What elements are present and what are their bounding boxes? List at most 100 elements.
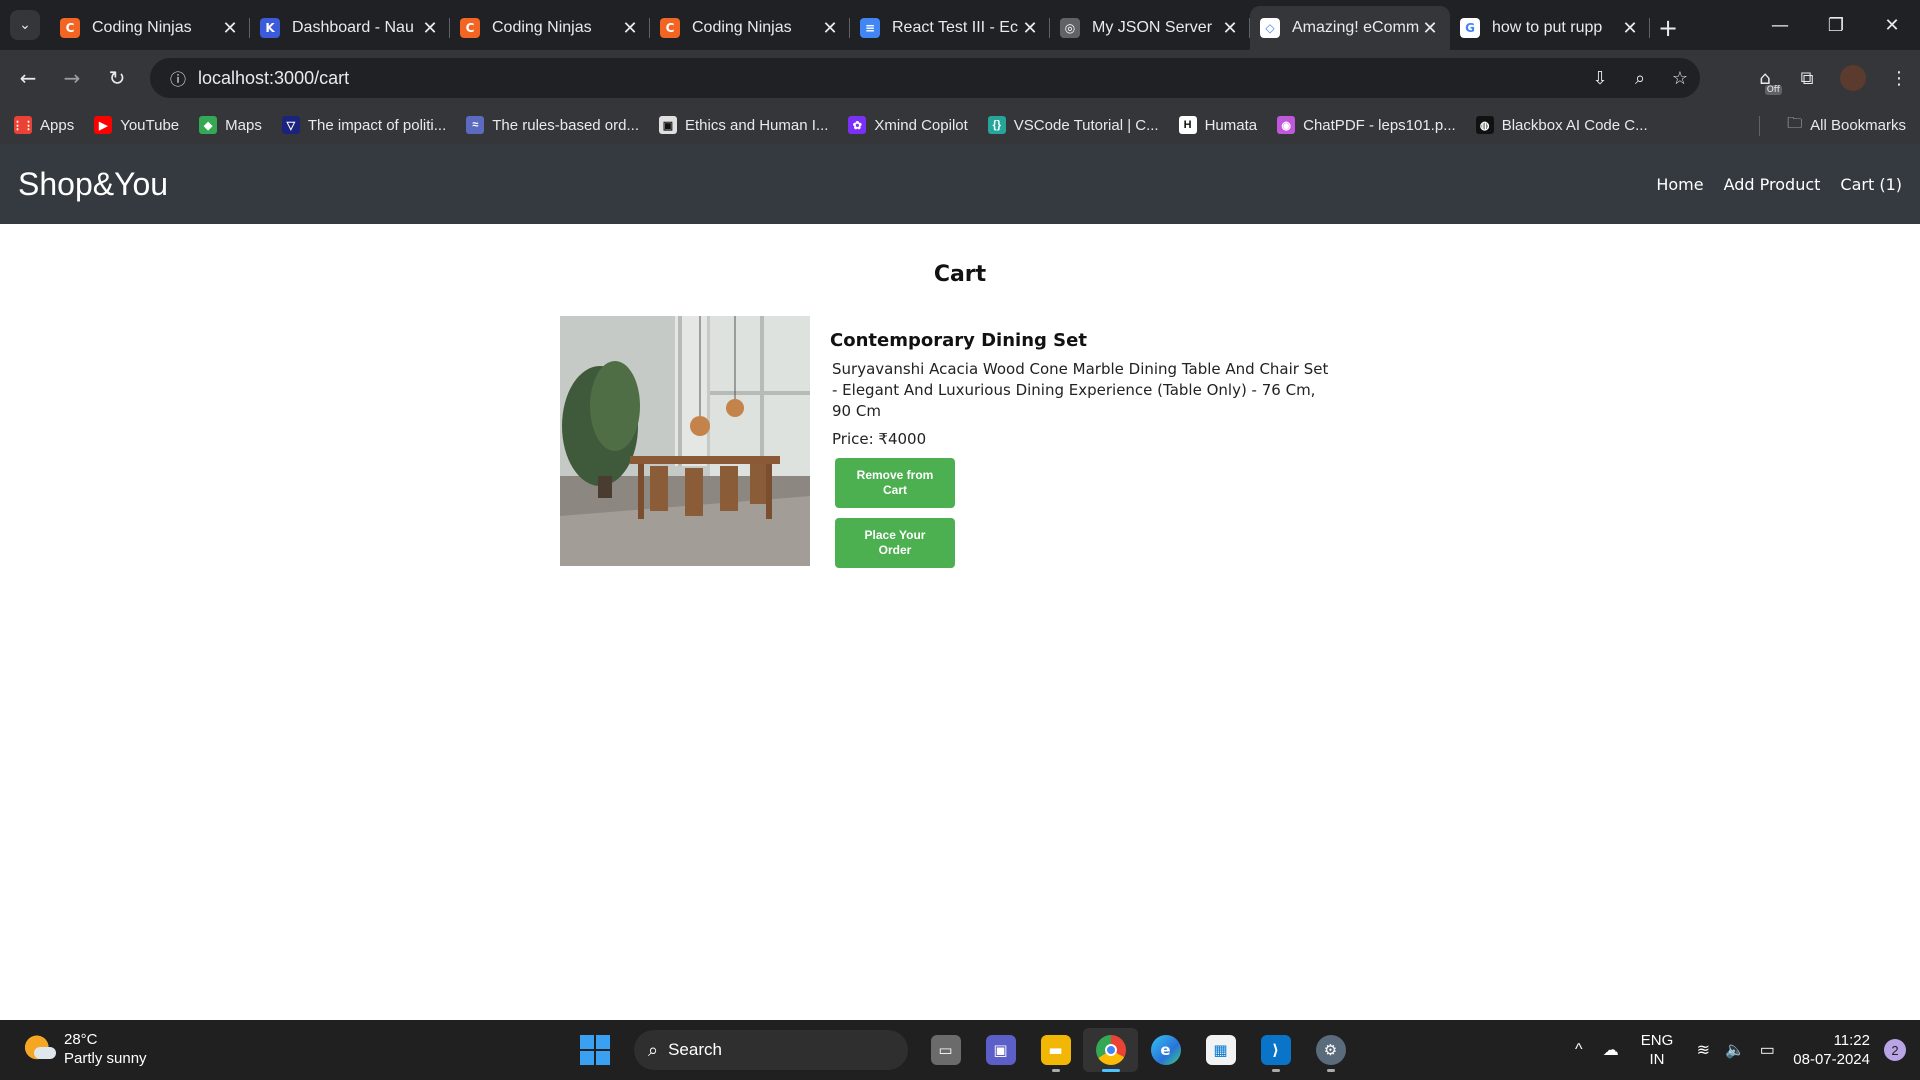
system-tray: ^ ☁ ENG IN ≋ 🔈 ▭ 11:22 08-07-2024 2 (1563, 1020, 1920, 1080)
taskbar-search[interactable]: ⌕ Search (634, 1030, 908, 1070)
browser-tab[interactable]: C Coding Ninjas ✕ (650, 6, 850, 50)
back-icon[interactable]: ← (12, 62, 44, 94)
web-page: Shop&You Home Add Product Cart (1) Cart (0, 144, 1920, 1020)
bookmark-item[interactable]: ◉ ChatPDF - leps101.p... (1277, 116, 1456, 134)
brand-logo[interactable]: Shop&You (18, 166, 168, 203)
tab-close-icon[interactable]: ✕ (820, 18, 840, 39)
windows-start-icon[interactable] (580, 1035, 610, 1065)
tab-close-icon[interactable]: ✕ (1420, 18, 1440, 39)
chrome-icon[interactable] (1083, 1028, 1138, 1072)
taskbar-apps: ⌕ Search ▭ ▣ ▬ e ▦ ⟩ ⚙ (580, 1028, 1358, 1072)
browser-tab[interactable]: ◎ My JSON Server ✕ (1050, 6, 1250, 50)
avatar[interactable] (1840, 65, 1866, 91)
browser-tab[interactable]: K Dashboard - Nau ✕ (250, 6, 450, 50)
bookmarks-divider (1759, 116, 1760, 136)
bookmark-star-icon[interactable]: ☆ (1660, 68, 1700, 89)
tab-title: React Test III - Ec (892, 19, 1018, 36)
bookmark-label: ChatPDF - leps101.p... (1303, 116, 1456, 134)
clock[interactable]: 11:22 08-07-2024 (1793, 1031, 1870, 1069)
speaker-icon[interactable]: 🔈 (1719, 1040, 1751, 1060)
new-tab-plus-icon[interactable]: + (1650, 6, 1686, 50)
browser-tab[interactable]: Ghow to put rupp ✕ (1450, 6, 1650, 50)
tab-close-icon[interactable]: ✕ (1620, 18, 1640, 39)
zoom-icon[interactable]: ⌕ (1620, 68, 1660, 89)
product-details: Contemporary Dining Set Suryavanshi Acac… (830, 316, 1332, 568)
all-bookmarks-button[interactable]: 🗀 All Bookmarks (1787, 106, 1906, 144)
bookmark-item[interactable]: ⋮⋮ Apps (12, 116, 74, 134)
tab-close-icon[interactable]: ✕ (620, 18, 640, 39)
settings-gear-icon[interactable]: ⚙ (1303, 1028, 1358, 1072)
tab-title: Coding Ninjas (492, 19, 592, 36)
bookmark-item[interactable]: ▣ Ethics and Human I... (659, 116, 828, 134)
browser-tab[interactable]: ◇ Amazing! eComm ✕ (1250, 6, 1450, 50)
browser-tab[interactable]: ≡ React Test III - Ec ✕ (850, 6, 1050, 50)
nav-home-link[interactable]: Home (1656, 175, 1703, 194)
menu-kebab-icon[interactable]: ⋮ (1878, 68, 1920, 89)
site-info-icon[interactable]: ⓘ (158, 66, 198, 90)
bookmark-item[interactable]: H Humata (1178, 116, 1257, 134)
tab-favicon-icon: ≡ (860, 18, 880, 38)
minimize-icon[interactable]: — (1752, 0, 1808, 50)
remove-from-cart-button[interactable]: Remove from Cart (835, 458, 955, 508)
onedrive-cloud-icon[interactable]: ☁ (1595, 1040, 1627, 1060)
tab-close-icon[interactable]: ✕ (1220, 18, 1240, 39)
edge-icon[interactable]: e (1138, 1028, 1193, 1072)
browser-tab[interactable]: C Coding Ninjas ✕ (50, 6, 250, 50)
tab-title: Dashboard - Nau (292, 19, 414, 36)
bookmark-item[interactable]: ◆ Maps (199, 116, 262, 134)
chevron-up-icon[interactable]: ^ (1563, 1041, 1595, 1059)
bookmark-item[interactable]: ▽ The impact of politi... (281, 116, 447, 134)
weather-temp: 28°C (64, 1031, 98, 1048)
tab-list: C Coding Ninjas ✕ K Dashboard - Nau ✕ C Coding … (50, 6, 1686, 50)
bookmark-favicon-icon: ▽ (281, 116, 300, 134)
forward-icon[interactable]: → (56, 62, 88, 94)
reload-icon[interactable]: ↻ (101, 62, 133, 94)
bookmark-label: Xmind Copilot (874, 116, 968, 134)
extensions-icon[interactable]: ⧉ (1786, 68, 1828, 89)
windows-taskbar: 28°C Partly sunny ⌕ Search ▭ ▣ ▬ e ▦ ⟩ ⚙… (0, 1020, 1920, 1080)
bookmark-item[interactable]: ▶ YouTube (94, 116, 179, 134)
language-indicator[interactable]: ENG IN (1641, 1031, 1674, 1069)
bookmark-item[interactable]: {} VSCode Tutorial | C... (987, 116, 1159, 134)
task-view-icon[interactable]: ▭ (918, 1028, 973, 1072)
cart-item: Contemporary Dining Set Suryavanshi Acac… (560, 316, 1332, 568)
weather-widget[interactable]: 28°C Partly sunny (24, 1030, 147, 1068)
bookmark-label: Ethics and Human I... (685, 116, 829, 134)
tab-close-icon[interactable]: ✕ (1020, 18, 1040, 39)
bookmark-item[interactable]: ≈ The rules-based ord... (466, 116, 639, 134)
tab-close-icon[interactable]: ✕ (420, 18, 440, 39)
tab-title: how to put rupp (1492, 19, 1603, 36)
battery-icon[interactable]: ▭ (1751, 1040, 1783, 1060)
teams-chat-icon[interactable]: ▣ (973, 1028, 1028, 1072)
bookmark-item[interactable]: ◍ Blackbox AI Code C... (1475, 116, 1648, 134)
tab-favicon-icon: ◎ (1060, 18, 1080, 38)
bookmark-label: The impact of politi... (307, 116, 447, 134)
microsoft-store-icon[interactable]: ▦ (1193, 1028, 1248, 1072)
tab-title: Coding Ninjas (92, 19, 192, 36)
close-window-icon[interactable]: ✕ (1864, 0, 1920, 50)
vscode-icon[interactable]: ⟩ (1248, 1028, 1303, 1072)
bookmark-favicon-icon: ≈ (466, 116, 485, 134)
bookmark-item[interactable]: ✿ Xmind Copilot (848, 116, 968, 134)
site-navbar: Shop&You Home Add Product Cart (1) (0, 144, 1920, 224)
tab-search-button[interactable]: ⌄ (10, 10, 40, 40)
nav-cart-link[interactable]: Cart (1) (1840, 175, 1902, 194)
extension-toggle-icon[interactable]: ⌂ Off (1744, 68, 1786, 95)
taskbar-search-label: Search (668, 1040, 722, 1059)
extension-badge: Off (1764, 84, 1782, 95)
browser-tab[interactable]: C Coding Ninjas ✕ (450, 6, 650, 50)
clock-date: 08-07-2024 (1793, 1051, 1870, 1068)
file-explorer-icon[interactable]: ▬ (1028, 1028, 1083, 1072)
url-text[interactable]: localhost:3000/cart (198, 68, 349, 89)
notification-badge[interactable]: 2 (1884, 1039, 1906, 1061)
place-order-button[interactable]: Place Your Order (835, 518, 955, 568)
tab-close-icon[interactable]: ✕ (220, 18, 240, 39)
tab-title: Coding Ninjas (692, 19, 792, 36)
bookmark-favicon-icon: ✿ (848, 116, 867, 134)
wifi-icon[interactable]: ≋ (1687, 1040, 1719, 1060)
weather-desc: Partly sunny (64, 1050, 147, 1067)
address-bar[interactable]: ⓘ localhost:3000/cart ⇩ ⌕ ☆ (150, 58, 1700, 98)
install-app-icon[interactable]: ⇩ (1580, 68, 1620, 89)
nav-add-product-link[interactable]: Add Product (1724, 175, 1821, 194)
restore-icon[interactable]: ❐ (1808, 0, 1864, 50)
